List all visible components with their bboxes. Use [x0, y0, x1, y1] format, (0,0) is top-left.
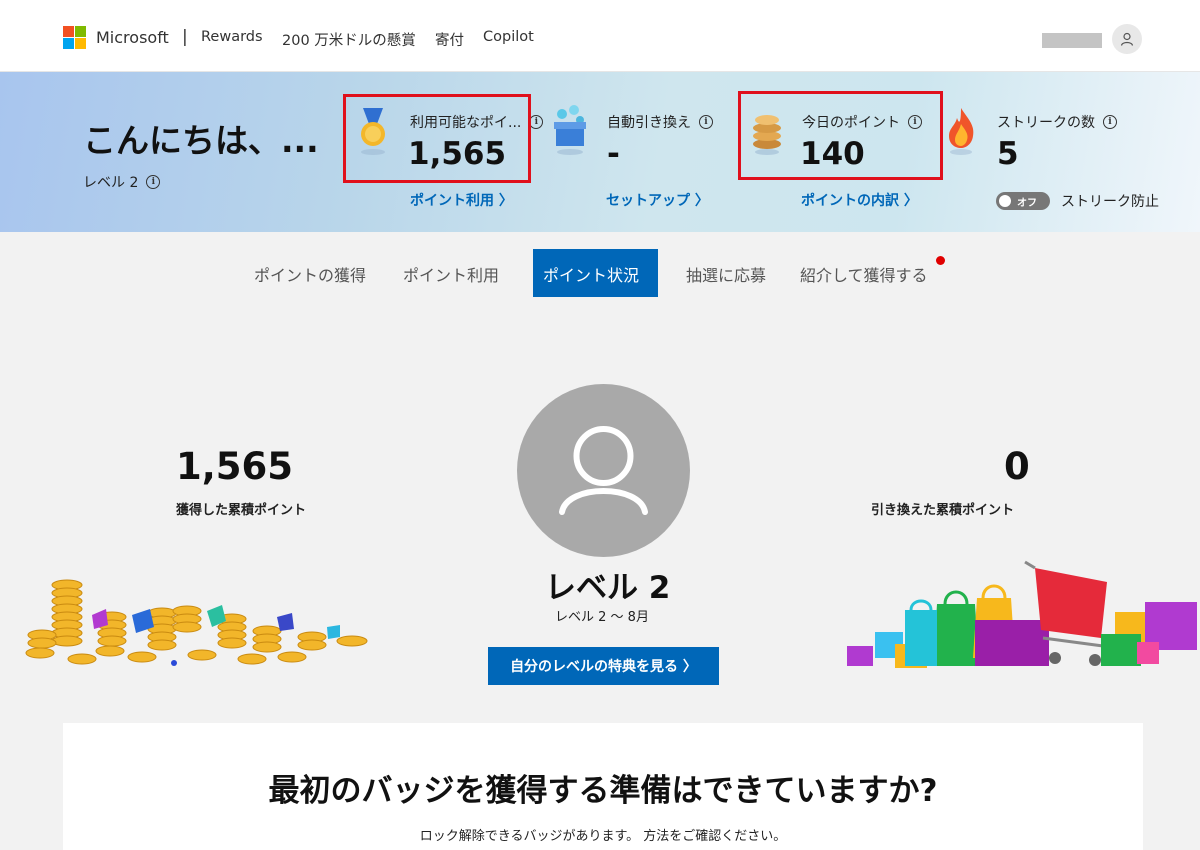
- info-icon[interactable]: i: [529, 115, 544, 129]
- tab-sweepstakes[interactable]: 抽選に応募: [686, 262, 766, 286]
- badge-card: 最初のバッジを獲得する準備はできていますか? ロック解除できるバッジがあります。…: [63, 723, 1143, 850]
- streak-protection-toggle[interactable]: オフ: [996, 192, 1050, 210]
- streak-count-label: ストリークの数 i: [997, 112, 1117, 132]
- level-period: レベル 2 〜 8月: [555, 610, 649, 625]
- redacted-user-name: [1042, 33, 1102, 48]
- shopping-gifts-illustration: [847, 560, 1197, 668]
- tab-earn-points[interactable]: ポイントの獲得: [254, 262, 366, 286]
- person-icon: [1120, 32, 1134, 46]
- nav-link-donate[interactable]: 寄付: [435, 29, 464, 50]
- tab-redeem-points[interactable]: ポイント利用: [403, 262, 499, 286]
- rewards-hero-banner: こんにちは、... レベル 2 i 利用可能なポイ... i 1,565 ポイン…: [0, 72, 1200, 232]
- gift-box-icon: [554, 105, 586, 155]
- info-icon[interactable]: i: [146, 175, 161, 189]
- highlight-box: [343, 94, 531, 183]
- nav-link-sweepstakes[interactable]: 200 万米ドルの懸賞: [282, 29, 416, 50]
- streak-count-value: 5: [997, 136, 1019, 172]
- earned-points-caption: 獲得した累積ポイント: [176, 503, 307, 518]
- coin-pile-illustration: [25, 579, 368, 666]
- points-breakdown-link[interactable]: ポイントの内訳 〉: [801, 190, 918, 210]
- flame-icon: [949, 108, 974, 155]
- account-avatar-button[interactable]: [1112, 24, 1142, 54]
- toggle-knob: [999, 195, 1011, 207]
- brand-separator: |: [182, 27, 188, 47]
- highlight-box: [738, 91, 943, 180]
- earned-points-value: 1,565: [176, 445, 294, 488]
- level-indicator: レベル 2 i: [83, 172, 161, 192]
- redeemed-points-value: 0: [1004, 445, 1030, 488]
- info-icon[interactable]: i: [1103, 115, 1117, 129]
- notification-dot: [936, 256, 945, 265]
- badge-card-title: 最初のバッジを獲得する準備はできていますか?: [268, 773, 938, 809]
- nav-link-rewards[interactable]: Rewards: [201, 29, 263, 45]
- level-text: レベル 2: [83, 175, 139, 191]
- top-nav: Microsoft | Rewards 200 万米ドルの懸賞 寄付 Copil…: [0, 0, 1200, 72]
- redeem-points-link[interactable]: ポイント利用 〉: [410, 190, 513, 210]
- auto-redeem-label: 自動引き換え i: [607, 112, 713, 132]
- auto-redeem-value: -: [607, 136, 620, 172]
- view-level-perks-button[interactable]: 自分のレベルの特典を見る 〉: [488, 647, 719, 685]
- info-icon[interactable]: i: [699, 115, 713, 129]
- tab-points-status[interactable]: ポイント状況: [533, 249, 658, 297]
- toggle-state-label: オフ: [1017, 198, 1037, 209]
- streak-protection-label: ストリーク防止: [1061, 194, 1159, 210]
- brand-name[interactable]: Microsoft: [96, 28, 169, 47]
- microsoft-logo-icon[interactable]: [63, 26, 86, 49]
- badge-card-subtitle: ロック解除できるバッジがあります。 方法をご確認ください。: [419, 829, 787, 844]
- greeting-text: こんにちは、...: [83, 121, 319, 160]
- tab-refer-and-earn[interactable]: 紹介して獲得する: [800, 262, 928, 286]
- profile-avatar: [517, 384, 690, 557]
- nav-link-copilot[interactable]: Copilot: [483, 29, 534, 45]
- redeemed-points-caption: 引き換えた累積ポイント: [871, 503, 1015, 518]
- person-icon: [559, 426, 648, 515]
- setup-link[interactable]: セットアップ 〉: [606, 190, 709, 210]
- level-title: レベル 2: [545, 570, 671, 606]
